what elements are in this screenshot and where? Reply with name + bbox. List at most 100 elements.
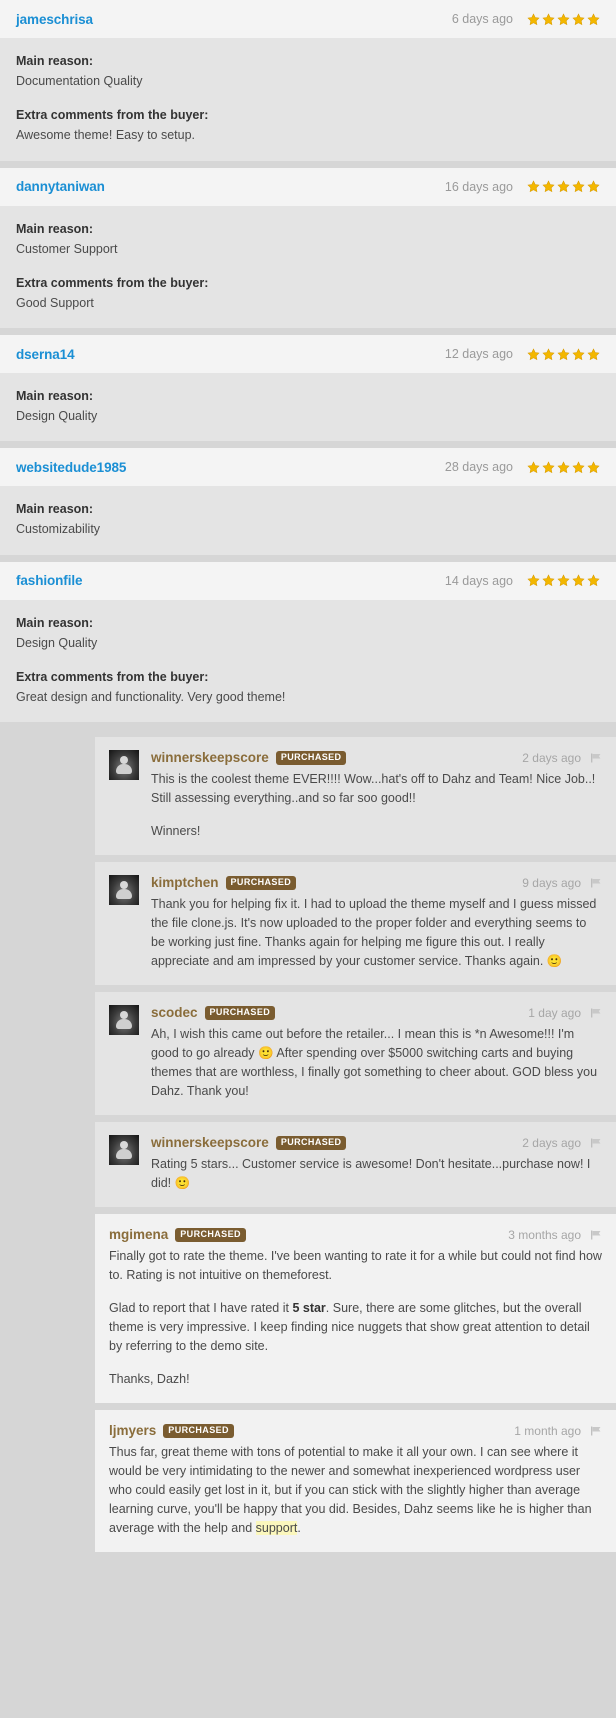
flag-icon[interactable]: [590, 1425, 602, 1437]
comment-username-link[interactable]: ljmyers: [109, 1423, 156, 1438]
comment-username-link[interactable]: mgimena: [109, 1227, 168, 1242]
comment-item: ljmyers PURCHASED 1 month ago Thus far, gre…: [95, 1410, 616, 1552]
avatar-silhouette-head: [120, 1011, 128, 1019]
comment-body: This is the coolest theme EVER!!!! Wow..…: [151, 770, 602, 841]
flag-icon[interactable]: [590, 877, 602, 889]
main-reason-value: Design Quality: [16, 635, 98, 650]
extra-comments-label: Extra comments from the buyer:: [16, 275, 209, 290]
avatar-silhouette-body: [116, 1019, 132, 1029]
purchased-badge: PURCHASED: [175, 1227, 246, 1242]
rating-timestamp: 28 days ago: [444, 460, 513, 475]
rating-timestamp: 6 days ago: [451, 12, 513, 26]
flag-icon[interactable]: [590, 1007, 602, 1019]
comment-body: Ah, I wish this came out before the reta…: [151, 1025, 602, 1101]
comment-item: winnerskeepscore PURCHASED 2 days ago This …: [95, 737, 616, 855]
comment-paragraph: Winners!: [151, 824, 201, 838]
comment-header: mgimena PURCHASED 3 months ago: [109, 1227, 602, 1242]
rating-timestamp: 12 days ago: [444, 347, 513, 361]
rating-header: dannytaniwan 16 days ago: [0, 167, 616, 206]
rating-username-link[interactable]: dserna14: [16, 347, 75, 362]
extra-comments-block: Extra comments from the buyer: Good Suppo…: [16, 274, 600, 312]
comment-timestamp: 2 days ago: [522, 1135, 581, 1150]
purchased-badge: PURCHASED: [275, 1135, 347, 1150]
main-reason-value: Customer Support: [16, 241, 118, 256]
rating-username-link[interactable]: jameschrisa: [16, 12, 93, 27]
comment-username-link[interactable]: scodec: [151, 1005, 198, 1020]
avatar[interactable]: [109, 875, 139, 905]
avatar-silhouette-head: [120, 881, 128, 889]
main-reason-value: Documentation Quality: [16, 74, 143, 89]
comment-paragraph: Thus far, great theme with tons of poten…: [109, 1445, 592, 1535]
comment-paragraph: Ah, I wish this came out before the reta…: [151, 1027, 598, 1098]
comment-item: kimptchen PURCHASED 9 days ago Thank you fo…: [95, 862, 616, 985]
flag-icon[interactable]: [590, 752, 602, 764]
smiley-emoji: 🙂: [546, 954, 563, 968]
rating-timestamp: 14 days ago: [444, 573, 513, 588]
star-rating: [527, 347, 600, 361]
comment-paragraph: Rating 5 stars... Customer service is aw…: [151, 1157, 591, 1190]
comment-body: Rating 5 stars... Customer service is aw…: [151, 1155, 602, 1193]
rating-item: dannytaniwan 16 days ago Main reason: Custo…: [0, 167, 616, 328]
main-reason-label: Main reason:: [16, 502, 94, 517]
comment-username-link[interactable]: kimptchen: [151, 875, 219, 890]
smiley-emoji: 🙂: [174, 1176, 191, 1190]
extra-comments-block: Extra comments from the buyer: Awesome th…: [16, 106, 600, 144]
extra-comments-block: Extra comments from the buyer: Great desi…: [16, 668, 600, 706]
rating-item: dserna14 12 days ago Main reason: Design Qu…: [0, 335, 616, 442]
main-reason-block: Main reason: Customer Support: [16, 220, 600, 258]
main-reason-label: Main reason:: [16, 389, 94, 403]
main-reason-value: Customizability: [16, 522, 101, 537]
comment-paragraph: Thanks, Dazh!: [109, 1372, 190, 1386]
comment-header: kimptchen PURCHASED 9 days ago: [151, 875, 602, 890]
comment-username-link[interactable]: winnerskeepscore: [151, 1135, 269, 1150]
purchased-badge: PURCHASED: [163, 1423, 234, 1438]
comment-main: scodec PURCHASED 1 day ago Ah, I wish this …: [151, 1005, 602, 1101]
main-reason-label: Main reason:: [16, 221, 94, 236]
comment-body: Thank you for helping fix it. I had to u…: [151, 895, 602, 971]
comment-body: Finally got to rate the theme. I've been…: [109, 1247, 602, 1389]
rating-body: Main reason: Design Quality: [0, 373, 616, 442]
avatar[interactable]: [109, 1005, 139, 1035]
purchased-badge: PURCHASED: [275, 750, 347, 765]
flag-icon[interactable]: [590, 1137, 602, 1149]
purchased-badge: PURCHASED: [204, 1005, 276, 1020]
extra-comments-value: Good Support: [16, 295, 94, 310]
rating-item: jameschrisa 6 days ago Main reason: Documen…: [0, 0, 616, 161]
rating-header: dserna14 12 days ago: [0, 335, 616, 373]
rating-body: Main reason: Design Quality Extra comments…: [0, 599, 616, 722]
avatar-silhouette-body: [116, 764, 132, 774]
star-rating: [527, 180, 600, 193]
rating-username-link[interactable]: fashionfile: [16, 573, 83, 588]
rating-body: Main reason: Customizability: [0, 486, 616, 555]
rating-timestamp: 16 days ago: [444, 179, 513, 194]
main-reason-value: Design Quality: [16, 409, 98, 424]
comment-main: winnerskeepscore PURCHASED 2 days ago Ratin…: [151, 1135, 602, 1193]
avatar[interactable]: [109, 750, 139, 780]
main-reason-label: Main reason:: [16, 54, 94, 68]
comment-body: Thus far, great theme with tons of poten…: [109, 1443, 602, 1538]
comment-item: mgimena PURCHASED 3 months ago Finally got …: [95, 1214, 616, 1403]
comment-timestamp: 3 months ago: [508, 1227, 581, 1242]
comment-username-link[interactable]: winnerskeepscore: [151, 750, 269, 765]
purchased-badge: PURCHASED: [225, 875, 297, 890]
avatar-silhouette-body: [116, 1149, 132, 1159]
extra-comments-value: Great design and functionality. Very goo…: [16, 689, 286, 704]
star-rating: [527, 12, 600, 26]
flag-icon[interactable]: [590, 1229, 602, 1241]
comment-timestamp: 1 day ago: [528, 1005, 581, 1020]
ratings-list: jameschrisa 6 days ago Main reason: Documen…: [0, 0, 616, 722]
comment-main: ljmyers PURCHASED 1 month ago Thus far, gre…: [109, 1423, 602, 1538]
rating-header: jameschrisa 6 days ago: [0, 0, 616, 38]
avatar[interactable]: [109, 1135, 139, 1165]
rating-username-link[interactable]: dannytaniwan: [16, 179, 105, 194]
rating-username-link[interactable]: websitedude1985: [16, 460, 126, 475]
avatar-silhouette-head: [120, 1141, 128, 1149]
extra-comments-value: Awesome theme! Easy to setup.: [16, 128, 196, 143]
rating-item: websitedude1985 28 days ago Main reason: Cu…: [0, 448, 616, 555]
rating-body: Main reason: Documentation Quality Extra c…: [0, 38, 616, 161]
avatar-silhouette-body: [116, 889, 132, 899]
comment-item: winnerskeepscore PURCHASED 2 days ago Ratin…: [95, 1122, 616, 1207]
comment-header: winnerskeepscore PURCHASED 2 days ago: [151, 750, 602, 765]
main-reason-block: Main reason: Customizability: [16, 500, 600, 538]
extra-comments-label: Extra comments from the buyer:: [16, 669, 209, 684]
